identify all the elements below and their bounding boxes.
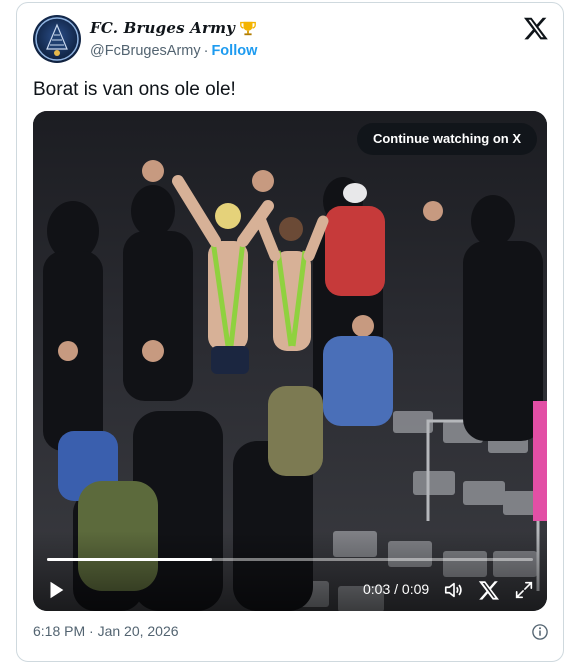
tweet-text: Borat is van ons ole ole! [33,79,236,100]
separator-dot: · [203,43,209,59]
video-time: 0:03 / 0:09 [363,581,430,597]
trophy-icon [240,21,256,36]
tweet-card[interactable]: FC. Bruges Army @FcBrugesArmy · Follow Bor… [16,2,564,662]
account-handle[interactable]: @FcBrugesArmy [90,43,201,59]
avatar[interactable] [33,15,81,63]
avatar-crest-icon [35,17,79,61]
volume-icon[interactable] [443,579,465,601]
x-logo-icon[interactable] [478,579,500,601]
display-name[interactable]: FC. Bruges Army [90,19,235,37]
video-progress-bar[interactable] [47,558,533,561]
controls-overlay [33,531,547,611]
handle-row: @FcBrugesArmy · Follow [90,43,257,59]
video-player[interactable]: Continue watching on X 0:03 / 0:09 [33,111,547,611]
tweet-timestamp[interactable]: 6:18 PM · Jan 20, 2026 [33,623,179,639]
info-icon[interactable] [531,623,549,641]
fullscreen-icon[interactable] [513,579,535,601]
x-logo-icon[interactable] [523,15,549,41]
follow-button[interactable]: Follow [211,43,257,59]
video-progress-fill [47,558,213,561]
continue-watching-button[interactable]: Continue watching on X [356,123,537,155]
name-row: FC. Bruges Army [90,19,257,37]
play-icon[interactable] [45,579,67,601]
